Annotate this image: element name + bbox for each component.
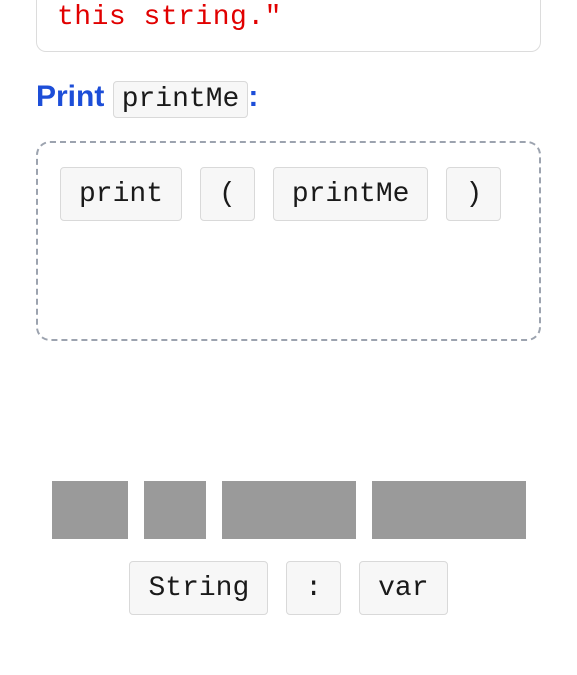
placeholder-slot[interactable] xyxy=(144,481,206,539)
instruction-variable: printMe xyxy=(113,81,249,118)
placeholder-slot[interactable] xyxy=(222,481,356,539)
instruction-keyword: Print xyxy=(36,80,104,113)
tile-print[interactable]: print xyxy=(60,167,182,221)
tile-close-paren[interactable]: ) xyxy=(446,167,501,221)
code-block: this string." xyxy=(36,0,541,52)
tile-bank: String : var xyxy=(0,561,577,615)
placeholder-row xyxy=(0,481,577,539)
placeholder-slot[interactable] xyxy=(372,481,526,539)
tile-colon[interactable]: : xyxy=(286,561,341,615)
tile-open-paren[interactable]: ( xyxy=(200,167,255,221)
tile-var[interactable]: var xyxy=(359,561,447,615)
code-string-literal: this string." xyxy=(57,2,282,33)
tile-string[interactable]: String xyxy=(129,561,268,615)
placeholder-slot[interactable] xyxy=(52,481,128,539)
drop-zone[interactable]: print ( printMe ) xyxy=(36,141,541,341)
instruction-line: Print printMe: xyxy=(36,78,541,119)
instruction-colon: : xyxy=(248,80,258,113)
tile-printme[interactable]: printMe xyxy=(273,167,429,221)
